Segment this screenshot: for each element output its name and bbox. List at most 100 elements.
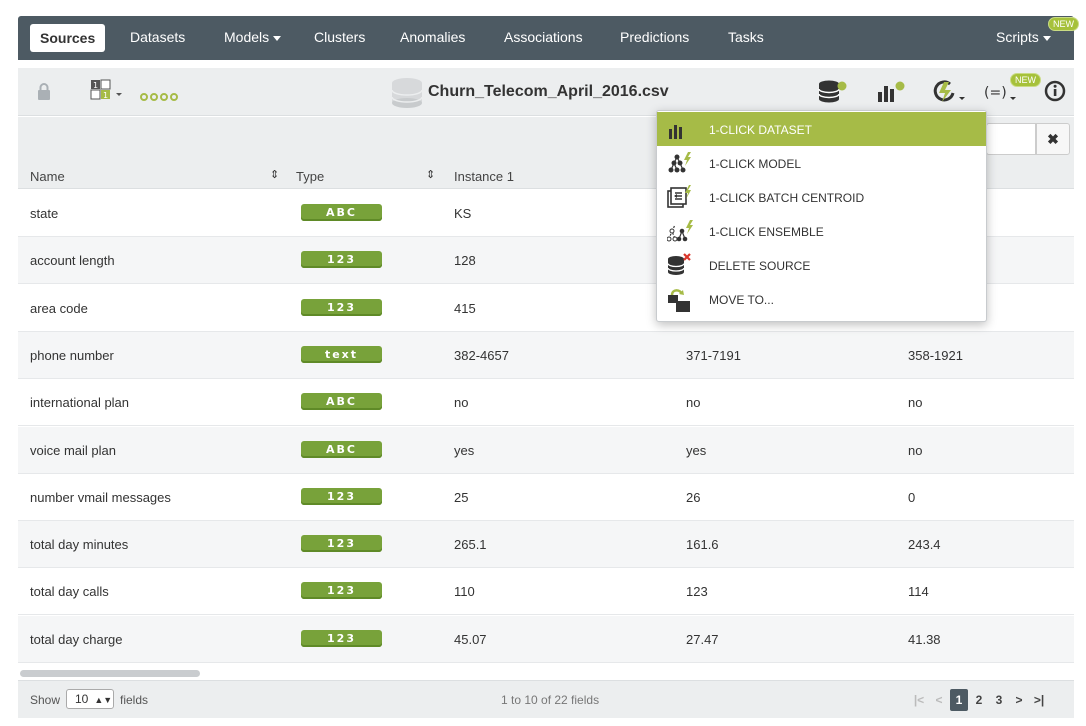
sort-icon[interactable]: ⇕ [270, 168, 279, 181]
instance-2-value: 123 [686, 584, 708, 599]
last-page-icon[interactable]: >| [1030, 689, 1048, 711]
table-row[interactable]: number vmail messages 123 25 26 0 [18, 474, 1074, 521]
field-type-badge: 123 [301, 582, 382, 599]
menu-item-label: 1-CLICK DATASET [709, 123, 812, 137]
field-type-badge: 123 [301, 299, 382, 316]
dataset-bolt-icon [667, 117, 691, 146]
delete-source-icon [667, 253, 691, 282]
instance-2-value: 26 [686, 490, 701, 505]
menu-item-1-click-ensemble[interactable]: 1-CLICK ENSEMBLE [657, 214, 986, 248]
instance-1-value: 382-4657 [454, 348, 509, 363]
page-button-2[interactable]: 2 [970, 689, 988, 711]
nav-tab-scripts[interactable]: Scripts [996, 29, 1051, 45]
horizontal-scrollbar[interactable] [20, 670, 200, 677]
move-to-icon [667, 287, 691, 318]
field-type-badge: 123 [301, 630, 382, 647]
nav-tab-sources[interactable]: Sources [30, 24, 106, 52]
instance-2-value: yes [686, 443, 707, 458]
sort-icon[interactable]: ⇕ [426, 168, 435, 181]
field-name: voice mail plan [30, 443, 116, 458]
field-type-badge: 123 [301, 535, 382, 552]
instance-1-value: 25 [454, 490, 469, 505]
field-type-badge: 123 [301, 488, 382, 505]
column-header-instance-1[interactable]: Instance 1 [454, 169, 514, 184]
page-button-3[interactable]: 3 [990, 689, 1008, 711]
instance-2-value: 161.6 [686, 537, 719, 552]
info-icon[interactable] [1044, 80, 1066, 107]
field-name: phone number [30, 348, 114, 363]
table-row[interactable]: total day charge 123 45.07 27.47 41.38 [18, 616, 1074, 663]
menu-item-1-click-batch-centroid[interactable]: 1-CLICK BATCH CENTROID [657, 180, 986, 214]
database-icon [390, 77, 424, 114]
search-input[interactable] [986, 123, 1036, 155]
field-type-badge: ABC [301, 441, 382, 458]
pagination-info: 1 to 10 of 22 fields [501, 693, 600, 707]
nav-tab-models[interactable]: Models [224, 29, 282, 45]
column-header-type[interactable]: Type [296, 169, 324, 184]
nav-tab-associations[interactable]: Associations [504, 29, 583, 45]
table-row[interactable]: international plan ABC no no no [18, 379, 1074, 426]
instance-1-value: 265.1 [454, 537, 487, 552]
chevron-down-icon [1042, 35, 1051, 41]
instance-2-value: 371-7191 [686, 348, 741, 363]
chevron-down-icon [273, 35, 282, 41]
page-button-1[interactable]: 1 [950, 689, 968, 711]
nav-tab-datasets[interactable]: Datasets [130, 29, 185, 45]
table-row[interactable]: total day calls 123 110 123 114 [18, 568, 1074, 615]
instance-1-value: yes [454, 443, 475, 458]
source-filename: Churn_Telecom_April_2016.csv [428, 83, 669, 100]
top-navigation: Sources Datasets Models Clusters Anomali… [18, 16, 1079, 60]
one-click-menu-icon[interactable] [930, 79, 968, 110]
instance-1-value: 45.07 [454, 632, 487, 647]
menu-item-label: 1-CLICK ENSEMBLE [709, 225, 824, 239]
instance-3-value: 358-1921 [908, 348, 963, 363]
lock-icon[interactable] [36, 82, 52, 107]
clear-search-button[interactable]: ✖ [1036, 123, 1070, 155]
field-name: international plan [30, 395, 130, 410]
menu-item-label: MOVE TO... [709, 293, 774, 307]
svg-text:(=): (=) [984, 85, 1007, 101]
svg-text:1: 1 [93, 81, 98, 90]
menu-item-delete-source[interactable]: DELETE SOURCE [657, 248, 986, 282]
ensemble-bolt-icon [666, 219, 693, 248]
instance-1-value: no [454, 395, 469, 410]
dots-icon[interactable] [140, 88, 182, 106]
dataset-icon[interactable] [818, 80, 848, 109]
next-page-icon[interactable]: > [1010, 689, 1028, 711]
table-row[interactable]: voice mail plan ABC yes yes no [18, 427, 1074, 474]
nav-tab-clusters[interactable]: Clusters [314, 29, 365, 45]
page-size-select[interactable]: 10 ▲▼ [66, 689, 114, 709]
column-header-name[interactable]: Name [30, 169, 65, 184]
field-name: account length [30, 253, 115, 268]
field-name: area code [30, 301, 88, 316]
nav-tab-predictions[interactable]: Predictions [620, 29, 689, 45]
menu-item-1-click-model[interactable]: 1-CLICK MODEL [657, 146, 986, 180]
source-toolbar: 11 Churn_Telecom_April_2016.csv (=) NEW [18, 68, 1074, 116]
formula-icon[interactable]: (=) [984, 82, 1016, 109]
fields-label: fields [120, 693, 149, 707]
menu-item-move-to[interactable]: MOVE TO... [657, 282, 986, 316]
table-footer: Show 10 ▲▼ fields 1 to 10 of 22 fields |<… [18, 680, 1074, 718]
model-bolt-icon [667, 151, 691, 180]
close-icon: ✖ [1047, 130, 1059, 147]
prev-page-icon[interactable]: < [930, 689, 948, 711]
show-label: Show [30, 693, 61, 707]
field-type-badge: ABC [301, 393, 382, 410]
field-type-badge: text [301, 346, 382, 363]
model-icon[interactable] [876, 80, 906, 109]
nav-tab-anomalies[interactable]: Anomalies [400, 29, 465, 45]
nav-tab-tasks[interactable]: Tasks [728, 29, 764, 45]
one-click-dropdown-menu: 1-CLICK DATASET 1-CLICK MODEL 1-CLICK BA… [656, 110, 987, 322]
first-page-icon[interactable]: |< [910, 689, 928, 711]
source-config-icon[interactable]: 11 [90, 79, 124, 106]
menu-item-label: DELETE SOURCE [709, 259, 811, 273]
menu-item-1-click-dataset[interactable]: 1-CLICK DATASET [657, 112, 986, 146]
pagination: |< < 1 2 3 > >| [910, 689, 1048, 711]
batch-centroid-bolt-icon [667, 185, 691, 214]
table-row[interactable]: phone number text 382-4657 371-7191 358-1921 [18, 332, 1074, 379]
instance-1-value: 415 [454, 301, 476, 316]
menu-item-label: 1-CLICK MODEL [709, 157, 802, 171]
table-row[interactable]: total day minutes 123 265.1 161.6 243.4 [18, 521, 1074, 568]
instance-3-value: no [908, 395, 923, 410]
nav-tab-scripts-label: Scripts [996, 29, 1039, 45]
